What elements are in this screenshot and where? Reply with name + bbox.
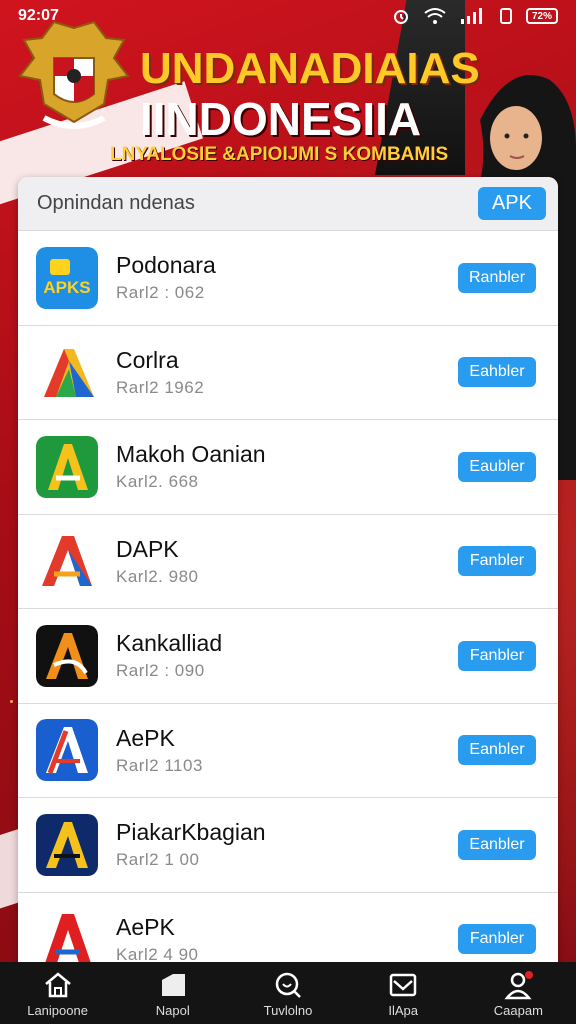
install-button[interactable]: Ranbler [458, 262, 536, 293]
app-info: AePK Rarl2 1103 [116, 725, 458, 776]
header-subtitle: LNYALOSIE &APIOIJMI S KOMBAMIS [110, 144, 449, 165]
status-bar: 92:07 72% [0, 0, 576, 32]
install-button[interactable]: Fanbler [458, 546, 536, 577]
nav-label: Caapam [493, 1002, 543, 1018]
nav-label: IlApa [388, 1002, 418, 1018]
nav-item-mail[interactable]: IlApa [353, 969, 453, 1018]
app-meta: Karl2. 668 [116, 472, 199, 492]
app-row[interactable]: AePK Rarl2 1103 Eanbler [18, 704, 558, 798]
nav-item-tag[interactable]: Napol [123, 969, 223, 1018]
app-name: Makoh Oanian [116, 441, 266, 468]
app-meta: Rarl2 : 062 [116, 283, 205, 303]
notification-dot [525, 970, 534, 979]
card-header: Opnindan ndenas APK [18, 177, 558, 231]
battery-icon: 72% [526, 8, 558, 24]
wifi-icon [424, 7, 446, 25]
app-name: Corlra [116, 346, 179, 373]
nav-item-profile[interactable]: Caapam [468, 969, 568, 1018]
app-row[interactable]: Kankalliad Rarl2 : 090 Fanbler [18, 609, 558, 704]
dark-a-icon[interactable] [36, 624, 98, 687]
app-meta: Rarl2 1 00 [116, 850, 200, 870]
app-row[interactable]: Makoh Oanian Karl2. 668 Eaubler [18, 420, 558, 515]
nav-item-search[interactable]: Tuvlolno [238, 969, 338, 1018]
app-name: AePK [116, 724, 175, 751]
green-a-icon[interactable] [36, 435, 98, 498]
search-icon [271, 969, 305, 1001]
app-meta: Rarl2 1103 [116, 755, 203, 775]
header-title: UNDANADIAIAS [140, 44, 480, 93]
navy-gold-a-icon[interactable] [36, 813, 98, 876]
home-icon [41, 969, 75, 1001]
app-info: Podonara Rarl2 : 062 [116, 252, 458, 303]
app-info: Makoh Oanian Karl2. 668 [116, 441, 458, 492]
tag-icon [156, 969, 190, 1001]
install-button[interactable]: Eahbler [458, 357, 536, 388]
colorful-a-icon[interactable] [36, 341, 98, 404]
garuda-emblem-icon [14, 18, 134, 136]
status-time: 92:07 [18, 7, 59, 24]
mail-icon [386, 969, 420, 1001]
app-info: AePK Karl2 4 90 [116, 914, 458, 965]
app-name: Kankalliad [116, 630, 223, 657]
app-name: AePK [116, 913, 175, 940]
app-row[interactable]: PiakarKbagian Rarl2 1 00 Eanbler [18, 798, 558, 893]
bottom-nav: Lanipoone Napol Tuvlolno IlApa Caapam [0, 962, 576, 1024]
nav-item-home[interactable]: Lanipoone [8, 969, 108, 1018]
vibrate-icon [500, 7, 512, 25]
svg-text:APKS: APKS [43, 278, 90, 297]
card-title: Opnindan ndenas [37, 192, 195, 214]
install-button[interactable]: Fanbler [458, 924, 536, 955]
app-list: APKS Podonara Rarl2 : 062 Ranbler Corlra… [18, 231, 558, 977]
install-button[interactable]: Eanbler [458, 829, 536, 860]
profile-icon [501, 969, 535, 1001]
app-info: Corlra Rarl2 1962 [116, 347, 458, 398]
install-button[interactable]: Eaubler [458, 451, 536, 482]
app-meta: Karl2. 980 [116, 566, 199, 586]
app-name: Podonara [116, 252, 216, 279]
app-row[interactable]: APKS Podonara Rarl2 : 062 Ranbler [18, 231, 558, 326]
signal-icon [460, 7, 486, 25]
nav-label: Tuvlolno [263, 1002, 313, 1018]
apks-icon[interactable]: APKS [36, 246, 98, 309]
app-name: PiakarKbagian [116, 819, 266, 846]
app-meta: Rarl2 : 090 [116, 661, 205, 681]
nav-label: Napol [155, 1002, 190, 1018]
app-info: DAPK Karl2. 980 [116, 536, 458, 587]
nav-label: Lanipoone [27, 1002, 88, 1018]
app-row[interactable]: DAPK Karl2. 980 Fanbler [18, 515, 558, 609]
app-info: PiakarKbagian Rarl2 1 00 [116, 819, 458, 870]
apk-button[interactable]: APK [477, 187, 546, 220]
alarm-icon [392, 7, 410, 25]
sparkle-decoration [10, 700, 13, 703]
app-row[interactable]: Corlra Rarl2 1962 Eahbler [18, 326, 558, 420]
header-title-country: IINDONESIIA [140, 93, 422, 145]
app-name: DAPK [116, 535, 179, 562]
app-list-card: Opnindan ndenas APK APKS Podonara Rarl2 … [18, 177, 558, 977]
install-button[interactable]: Eanbler [458, 735, 536, 766]
app-info: Kankalliad Rarl2 : 090 [116, 630, 458, 681]
app-meta: Rarl2 1962 [116, 377, 205, 397]
red-blue-a-icon[interactable] [36, 530, 98, 593]
install-button[interactable]: Fanbler [458, 640, 536, 671]
red-a-icon[interactable] [36, 908, 98, 971]
status-icons: 72% [392, 7, 558, 25]
blue-a-icon[interactable] [36, 719, 98, 782]
